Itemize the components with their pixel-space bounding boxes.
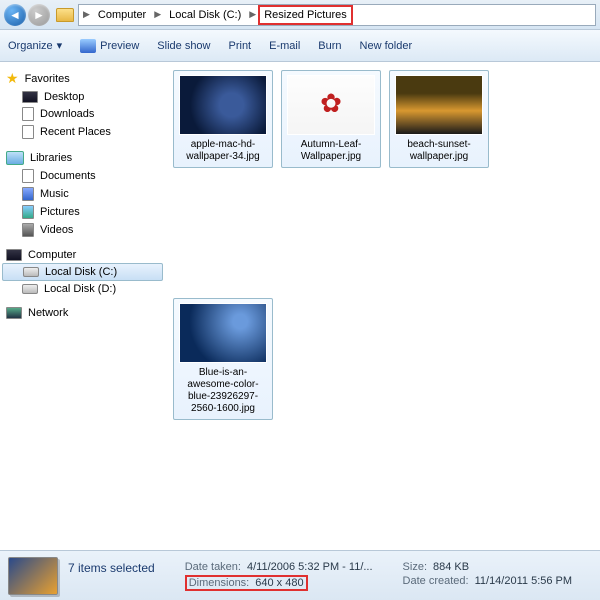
sidebar-item-downloads[interactable]: Downloads: [0, 105, 165, 123]
chevron-right-icon: ▶: [81, 9, 92, 20]
thumbnail-image: [287, 75, 375, 135]
sidebar-item-desktop[interactable]: Desktop: [0, 89, 165, 105]
computer-group: Computer Local Disk (C:) Local Disk (D:): [0, 247, 165, 297]
network-group: Network: [0, 305, 165, 321]
file-name: Blue-is-an-awesome-color-blue-23926297-2…: [178, 367, 268, 415]
sidebar-item-pictures[interactable]: Pictures: [0, 203, 165, 221]
breadcrumb-resized-pictures[interactable]: Resized Pictures: [258, 5, 353, 25]
documents-icon: [22, 169, 34, 183]
dimensions-value: 640 x 480: [255, 577, 303, 589]
chevron-right-icon: ▶: [152, 9, 163, 20]
newfolder-button[interactable]: New folder: [360, 40, 413, 52]
file-name: apple-mac-hd-wallpaper-34.jpg: [178, 139, 268, 163]
sidebar: ★Favorites Desktop Downloads Recent Plac…: [0, 62, 165, 550]
sidebar-item-music[interactable]: Music: [0, 185, 165, 203]
file-thumbnail[interactable]: Autumn-Leaf-Wallpaper.jpg: [281, 70, 381, 168]
pictures-icon: [22, 205, 34, 219]
dimensions-highlight: Dimensions: 640 x 480: [185, 575, 308, 591]
file-name: beach-sunset-wallpaper.jpg: [394, 139, 484, 163]
videos-icon: [22, 223, 34, 237]
selection-count: 7 items selected: [68, 561, 155, 575]
back-button[interactable]: ◄: [4, 4, 26, 26]
email-button[interactable]: E-mail: [269, 40, 300, 52]
main-area: ★Favorites Desktop Downloads Recent Plac…: [0, 62, 600, 550]
chevron-right-icon: ▶: [247, 9, 258, 20]
thumbnail-image: [179, 75, 267, 135]
size-label: Size:: [403, 561, 427, 573]
file-pane[interactable]: apple-mac-hd-wallpaper-34.jpg Autumn-Lea…: [165, 62, 600, 550]
toolbar: Organize ▾ Preview Slide show Print E-ma…: [0, 30, 600, 62]
sidebar-item-videos[interactable]: Videos: [0, 221, 165, 239]
recent-places-icon: [22, 125, 34, 139]
downloads-icon: [22, 107, 34, 121]
music-icon: [22, 187, 34, 201]
burn-button[interactable]: Burn: [318, 40, 341, 52]
organize-button[interactable]: Organize ▾: [8, 39, 62, 52]
network-icon: [6, 307, 22, 319]
thumbnail-image: [179, 303, 267, 363]
computer-icon: [6, 249, 22, 261]
status-bar: 7 items selected Date taken: 4/11/2006 5:…: [0, 550, 600, 600]
preview-icon: [80, 39, 96, 53]
desktop-icon: [22, 91, 38, 103]
slideshow-button[interactable]: Slide show: [157, 40, 210, 52]
favorites-group: ★Favorites Desktop Downloads Recent Plac…: [0, 68, 165, 141]
sidebar-item-disk-c[interactable]: Local Disk (C:): [2, 263, 163, 281]
libraries-icon: [6, 151, 24, 165]
address-bar: ◄ ► ▶ Computer ▶ Local Disk (C:) ▶ Resiz…: [0, 0, 600, 30]
breadcrumb-localdisk[interactable]: Local Disk (C:): [163, 5, 247, 25]
selection-thumbnail: [8, 557, 58, 595]
date-taken-label: Date taken:: [185, 561, 241, 573]
dimensions-label: Dimensions:: [189, 577, 250, 589]
sidebar-libraries[interactable]: Libraries: [0, 149, 165, 167]
date-created-label: Date created:: [403, 575, 469, 587]
date-created-value: 11/14/2011 5:56 PM: [475, 575, 572, 587]
sidebar-computer[interactable]: Computer: [0, 247, 165, 263]
folder-icon: [56, 8, 74, 22]
file-thumbnail[interactable]: beach-sunset-wallpaper.jpg: [389, 70, 489, 168]
file-thumbnail[interactable]: apple-mac-hd-wallpaper-34.jpg: [173, 70, 273, 168]
file-name: Autumn-Leaf-Wallpaper.jpg: [286, 139, 376, 163]
libraries-group: Libraries Documents Music Pictures Video…: [0, 149, 165, 239]
date-taken-value: 4/11/2006 5:32 PM - 11/...: [247, 561, 373, 573]
sidebar-network[interactable]: Network: [0, 305, 165, 321]
preview-button[interactable]: Preview: [80, 39, 139, 53]
breadcrumb[interactable]: ▶ Computer ▶ Local Disk (C:) ▶ Resized P…: [78, 4, 596, 26]
thumbnail-image: [395, 75, 483, 135]
star-icon: ★: [6, 70, 19, 87]
sidebar-item-recent[interactable]: Recent Places: [0, 123, 165, 141]
forward-button[interactable]: ►: [28, 4, 50, 26]
sidebar-favorites[interactable]: ★Favorites: [0, 68, 165, 89]
sidebar-item-disk-d[interactable]: Local Disk (D:): [0, 281, 165, 297]
sidebar-item-documents[interactable]: Documents: [0, 167, 165, 185]
size-value: 884 KB: [433, 561, 469, 573]
breadcrumb-computer[interactable]: Computer: [92, 5, 152, 25]
disk-icon: [23, 267, 39, 277]
print-button[interactable]: Print: [229, 40, 252, 52]
file-thumbnail[interactable]: Blue-is-an-awesome-color-blue-23926297-2…: [173, 298, 273, 420]
disk-icon: [22, 284, 38, 294]
